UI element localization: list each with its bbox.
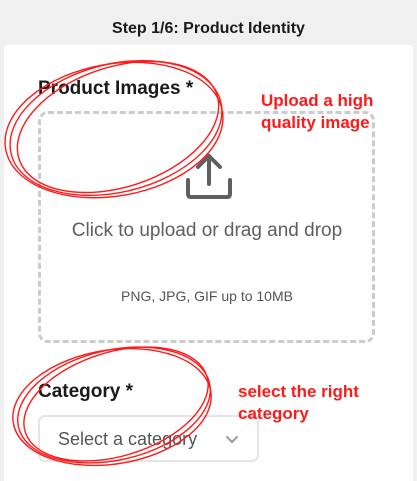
annotation-upload-line2: quality image	[261, 113, 370, 132]
chevron-down-icon	[226, 436, 238, 443]
annotation-category-note: select the right category	[238, 381, 359, 425]
category-placeholder: Select a category	[58, 429, 198, 449]
upload-instructions: Click to upload or drag and drop	[71, 220, 343, 241]
annotation-upload-note: Upload a high quality image	[261, 90, 373, 134]
annotation-category-line2: category	[238, 404, 309, 423]
upload-icon	[186, 154, 232, 199]
category-label: Category *	[38, 381, 134, 402]
upload-file-types: PNG, JPG, GIF up to 10MB	[121, 288, 293, 304]
annotation-upload-line1: Upload a high	[261, 91, 374, 110]
step-title: Step 1/6: Product Identity	[112, 20, 305, 37]
category-select[interactable]: Select a category	[38, 415, 259, 462]
annotation-category-line1: select the right	[238, 382, 359, 401]
product-images-label: Product Images *	[38, 78, 194, 99]
